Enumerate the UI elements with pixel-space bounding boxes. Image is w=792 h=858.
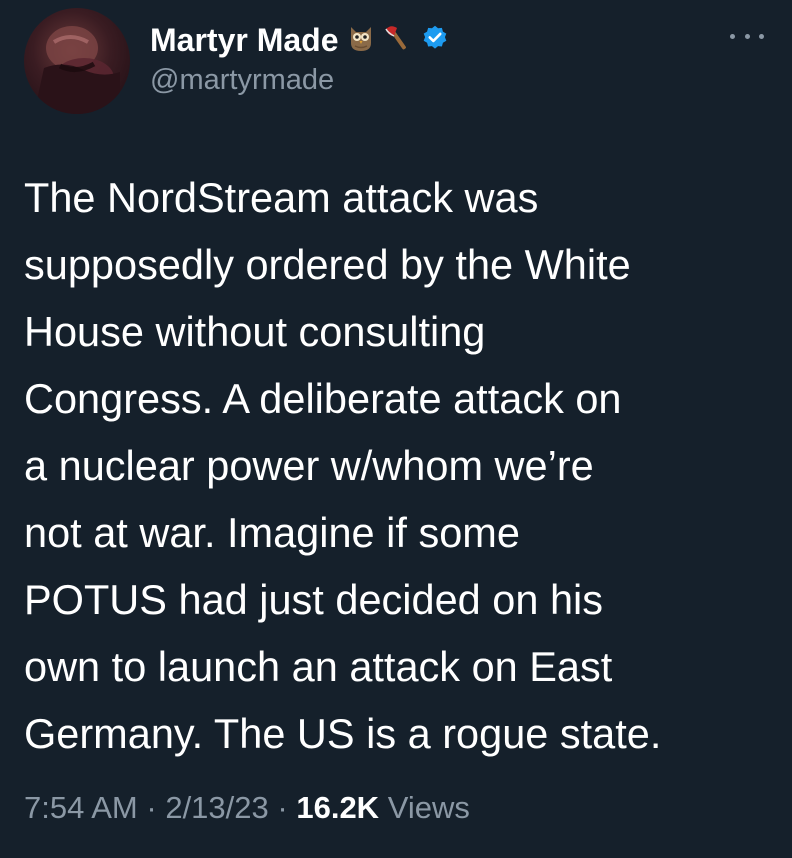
- tweet-text: The NordStream attack was supposedly ord…: [24, 174, 662, 757]
- avatar[interactable]: [24, 8, 130, 114]
- more-dot-icon: [744, 33, 750, 39]
- views-label: Views: [387, 790, 470, 825]
- author-name-row: Martyr Made: [150, 20, 449, 60]
- separator: ·: [277, 790, 288, 825]
- tweet-time[interactable]: 7:54 AM: [24, 790, 138, 825]
- owl-icon: [347, 23, 375, 58]
- views-count[interactable]: 16.2K: [296, 790, 379, 825]
- axe-icon: [383, 23, 413, 58]
- tweet-metadata: 7:54 AM · 2/13/23 · 16.2K Views: [24, 790, 470, 826]
- more-dot-icon: [730, 33, 735, 39]
- author-handle[interactable]: @martyrmade: [150, 64, 334, 97]
- author-display-name[interactable]: Martyr Made: [150, 22, 339, 59]
- more-dot-icon: [759, 33, 764, 39]
- more-options-button[interactable]: [730, 24, 764, 48]
- tweet-date[interactable]: 2/13/23: [165, 790, 268, 825]
- separator: ·: [146, 790, 157, 825]
- verified-badge-icon: [421, 24, 449, 57]
